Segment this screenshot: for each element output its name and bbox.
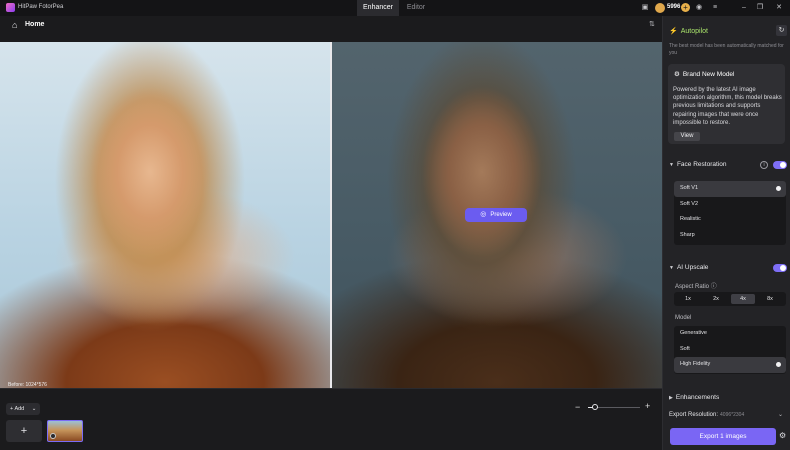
ratio-2x[interactable]: 2x [704, 294, 728, 304]
upscale-model-list: Generative Soft High Fidelity [674, 326, 786, 374]
view-button[interactable]: View [674, 132, 700, 141]
enhancements-label: Enhancements [675, 394, 720, 401]
model-card: ⚙ Brand New Model Powered by the latest A… [668, 64, 785, 144]
face-option-soft-v1[interactable]: Soft V1 [674, 181, 786, 197]
plus-icon: + [10, 406, 14, 412]
face-restoration-toggle[interactable] [773, 161, 787, 169]
model-card-description: Powered by the latest AI image optimizat… [673, 87, 782, 126]
model-card-title-text: Brand New Model [682, 71, 735, 78]
ratio-4x[interactable]: 4x [731, 294, 755, 304]
selected-check-icon [776, 362, 781, 367]
model-label: Model [675, 315, 692, 321]
thumbnail-status-icon [50, 433, 56, 439]
model-option-high-fidelity[interactable]: High Fidelity [674, 357, 786, 373]
ratio-1x[interactable]: 1x [676, 294, 700, 304]
zoom-slider-handle[interactable] [592, 404, 598, 410]
aspect-ratio-selector: 1x 2x 4x 8x [674, 292, 786, 306]
ai-upscale-label: AI Upscale [676, 264, 709, 271]
gear-icon[interactable]: ⚙ [779, 431, 786, 440]
gift-icon[interactable]: ▣ [641, 4, 649, 12]
add-button[interactable]: + Add ⌄ [6, 403, 40, 415]
before-image [0, 42, 330, 388]
add-image-tile[interactable]: + [6, 420, 42, 442]
image-thumbnail[interactable] [47, 420, 83, 442]
export-resolution-label: Export Resolution: [669, 412, 719, 418]
refresh-icon[interactable]: ↻ [776, 25, 787, 36]
caret-down-icon: ▼ [669, 265, 674, 271]
info-icon[interactable]: ⓘ [711, 284, 717, 290]
app-logo-icon [6, 3, 15, 12]
buy-coins-button[interactable]: + [681, 3, 690, 12]
face-option-sharp[interactable]: Sharp [674, 228, 786, 244]
chevron-down-icon[interactable]: ⌄ [32, 406, 37, 412]
compare-layout-icon[interactable]: ⇅ [649, 20, 655, 28]
coin-icon [655, 3, 665, 13]
account-icon[interactable]: ◉ [695, 4, 703, 12]
export-button[interactable]: Export 1 images [670, 428, 776, 445]
model-option-soft[interactable]: Soft [674, 342, 786, 358]
ratio-8x[interactable]: 8x [758, 294, 782, 304]
ai-upscale-header[interactable]: ▼ AI Upscale [669, 264, 708, 271]
model-icon: ⚙ [674, 71, 680, 78]
preview-button[interactable]: ◎ Preview [465, 208, 527, 222]
add-label: Add [14, 406, 25, 412]
breadcrumb-bar: ⌂ Home ⇅ [0, 16, 662, 42]
info-icon[interactable]: i [760, 161, 768, 169]
title-bar: HitPaw FotorPea Enhancer Editor ▣ 5996 +… [0, 0, 790, 16]
autopilot-note: The best model has been automatically ma… [669, 43, 784, 56]
settings-panel: ⚡ Autopilot ↻ The best model has been aut… [662, 16, 790, 450]
close-icon[interactable]: ✕ [775, 4, 783, 12]
eye-icon: ◎ [480, 211, 487, 218]
maximize-icon[interactable]: ❐ [756, 4, 764, 12]
face-model-list: Soft V1 Soft V2 Realistic Sharp [674, 181, 786, 245]
model-option-generative[interactable]: Generative [674, 326, 786, 342]
caret-down-icon: ▼ [669, 162, 674, 168]
zoom-out-icon[interactable]: − [575, 402, 580, 412]
face-option-realistic[interactable]: Realistic [674, 212, 786, 228]
lightning-icon: ⚡ [669, 28, 678, 35]
model-card-title: ⚙ Brand New Model [674, 70, 735, 78]
selected-check-icon [776, 186, 781, 191]
coin-count: 5996 [667, 4, 681, 10]
face-restoration-header[interactable]: ▼ Face Restoration [669, 161, 726, 168]
caret-right-icon: ▶ [669, 395, 673, 401]
autopilot-label: Autopilot [680, 28, 708, 35]
compare-divider[interactable] [330, 42, 332, 388]
tab-enhancer[interactable]: Enhancer [357, 0, 399, 16]
expand-chevron-icon[interactable]: ⌄ [778, 411, 783, 418]
zoom-in-icon[interactable]: + [645, 401, 650, 411]
preview-label: Preview [490, 212, 512, 218]
ai-upscale-toggle[interactable] [773, 264, 787, 272]
aspect-ratio-label: Aspect Ratio ⓘ [675, 284, 717, 290]
minimize-icon[interactable]: – [740, 4, 748, 12]
enhancements-header[interactable]: ▶ Enhancements [669, 394, 719, 401]
face-option-soft-v2[interactable]: Soft V2 [674, 197, 786, 213]
export-resolution: Export Resolution: 4096*2304 [669, 412, 744, 418]
tab-editor[interactable]: Editor [399, 0, 433, 16]
home-link[interactable]: Home [25, 21, 44, 28]
bottom-bar: + Add ⌄ + − + [0, 388, 662, 450]
autopilot-toggle[interactable]: ⚡ Autopilot [669, 27, 708, 35]
face-restoration-label: Face Restoration [676, 161, 727, 168]
app-name: HitPaw FotorPea [18, 4, 64, 10]
export-resolution-value: 4096*2304 [720, 412, 745, 418]
preview-canvas [0, 42, 662, 388]
menu-icon[interactable]: ≡ [711, 4, 719, 12]
home-icon[interactable]: ⌂ [12, 20, 17, 30]
